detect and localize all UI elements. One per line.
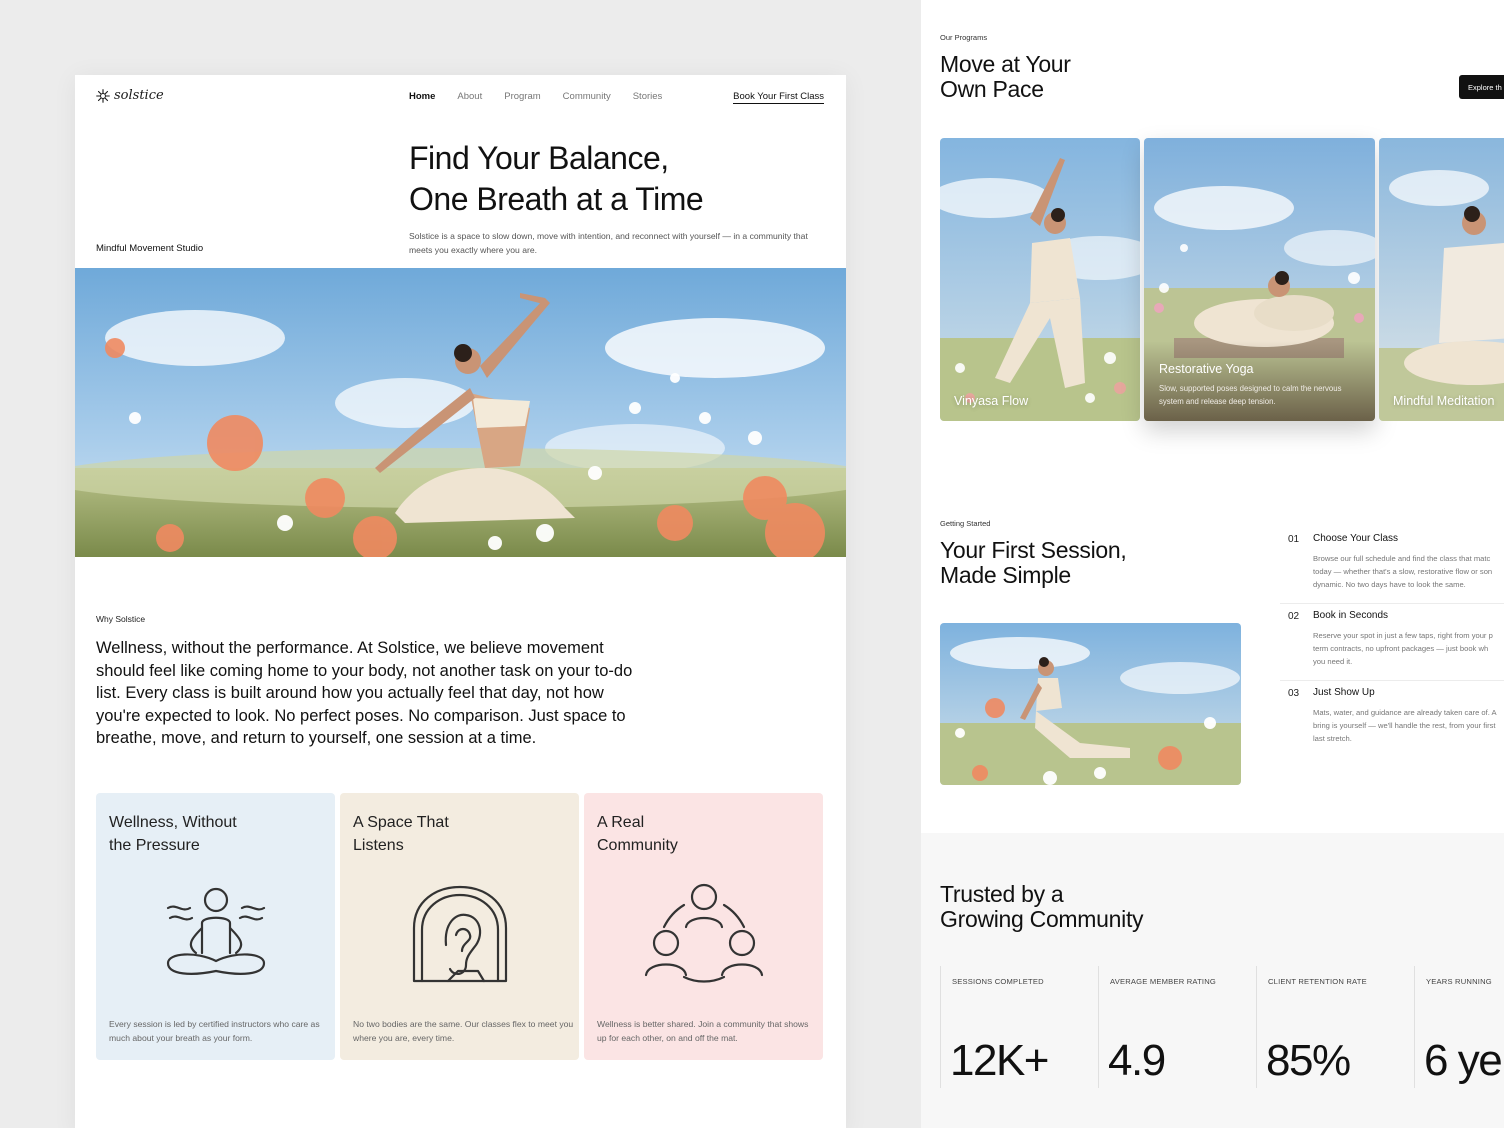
card-title: A Space That Listens xyxy=(353,811,553,857)
card-title: A Real Community xyxy=(597,811,797,857)
hero-title-line: Find Your Balance, xyxy=(409,140,669,176)
step-title: Book in Seconds xyxy=(1313,610,1389,621)
getting-started-title-line: Your First Session, xyxy=(940,537,1127,563)
stat-label: YEARS RUNNING xyxy=(1426,977,1492,986)
explore-programs-button[interactable]: Explore th xyxy=(1459,75,1504,99)
programs-title: Move at Your Own Pace xyxy=(940,52,1071,102)
getting-started-title: Your First Session, Made Simple xyxy=(940,537,1127,588)
programs-title-line: Own Pace xyxy=(940,76,1044,102)
hero-title: Find Your Balance, One Breath at a Time xyxy=(409,138,704,220)
getting-started-eyebrow: Getting Started xyxy=(940,519,991,528)
why-label: Why Solstice xyxy=(96,614,146,624)
step-desc: Reserve your spot in just a few taps, ri… xyxy=(1313,631,1493,666)
sun-icon xyxy=(96,88,110,103)
trusted-title: Trusted by a Growing Community xyxy=(940,881,1144,932)
steps-list: 01 Choose Your Class Browse our full sch… xyxy=(1280,527,1504,757)
stat-item: AVERAGE MEMBER RATING 4.9 xyxy=(1098,966,1256,1088)
feature-card: A Space That Listens No two bodies are t… xyxy=(340,793,579,1060)
step-item: 01 Choose Your Class Browse our full sch… xyxy=(1280,527,1504,604)
card-title: Wellness, Without the Pressure xyxy=(109,811,309,857)
getting-started-title-line: Made Simple xyxy=(940,562,1071,588)
card-title-line: A Space That xyxy=(353,814,449,831)
card-title-line: the Pressure xyxy=(109,837,200,854)
meditation-icon xyxy=(166,887,265,975)
program-card-active[interactable]: Restorative Yoga Slow, supported poses d… xyxy=(1144,138,1375,421)
programs-eyebrow: Our Programs xyxy=(940,33,988,42)
stat-label: SESSIONS COMPLETED xyxy=(952,977,1044,986)
secondary-page: Our Programs Move at Your Own Pace Explo… xyxy=(921,0,1504,1128)
ear-icon xyxy=(412,885,507,983)
nav-home[interactable]: Home xyxy=(409,91,435,102)
community-icon xyxy=(644,883,763,983)
session-image xyxy=(940,623,1241,785)
card-title-line: Wellness, Without xyxy=(109,814,237,831)
stat-item: YEARS RUNNING 6 ye xyxy=(1414,966,1504,1088)
feature-cards: Wellness, Without the Pressure Every ses… xyxy=(96,793,823,1060)
stats-row: SESSIONS COMPLETED 12K+ AVERAGE MEMBER R… xyxy=(940,966,1504,1088)
card-desc: No two bodies are the same. Our classes … xyxy=(353,1019,574,1043)
step-item: 03 Just Show Up Mats, water, and guidanc… xyxy=(1280,681,1504,757)
brand-name: solstice xyxy=(114,88,164,103)
step-desc: Browse our full schedule and find the cl… xyxy=(1313,554,1493,589)
card-title-line: A Real xyxy=(597,814,645,831)
stat-value: 6 ye xyxy=(1424,1036,1503,1085)
program-name: Restorative Yoga xyxy=(1159,362,1254,376)
step-item: 02 Book in Seconds Reserve your spot in … xyxy=(1280,604,1504,681)
stat-label: AVERAGE MEMBER RATING xyxy=(1110,977,1217,986)
trusted-title-line: Growing Community xyxy=(940,906,1144,932)
trusted-title-line: Trusted by a xyxy=(940,881,1064,907)
stat-value: 4.9 xyxy=(1108,1036,1166,1085)
card-desc: Every session is led by certified instru… xyxy=(109,1019,320,1043)
card-title-line: Community xyxy=(597,837,678,854)
program-name: Vinyasa Flow xyxy=(954,394,1029,408)
landing-page: solstice Home About Program Community St… xyxy=(75,75,846,1128)
step-title: Just Show Up xyxy=(1313,687,1375,698)
why-text: Wellness, without the performance. At So… xyxy=(96,639,633,748)
feature-card: A Real Community Wellness is better shar… xyxy=(584,793,823,1060)
step-number: 01 xyxy=(1288,534,1300,545)
step-number: 02 xyxy=(1288,611,1300,622)
nav-about[interactable]: About xyxy=(457,91,482,102)
card-desc: Wellness is better shared. Join a commun… xyxy=(597,1019,809,1043)
nav-links: Home About Program Community Stories xyxy=(409,91,662,102)
stat-value: 12K+ xyxy=(950,1036,1049,1085)
logo[interactable]: solstice xyxy=(96,88,164,103)
step-desc: Mats, water, and guidance are already ta… xyxy=(1313,708,1497,743)
nav-stories[interactable]: Stories xyxy=(633,91,663,102)
program-name: Mindful Meditation xyxy=(1393,394,1495,408)
step-number: 03 xyxy=(1288,688,1300,699)
program-card[interactable]: Vinyasa Flow xyxy=(940,138,1140,421)
hero-title-line: One Breath at a Time xyxy=(409,181,704,217)
stat-value: 85% xyxy=(1266,1036,1351,1085)
book-first-class-link[interactable]: Book Your First Class xyxy=(733,91,824,104)
feature-card: Wellness, Without the Pressure Every ses… xyxy=(96,793,335,1060)
nav-community[interactable]: Community xyxy=(563,91,611,102)
stat-item: CLIENT RETENTION RATE 85% xyxy=(1256,966,1414,1088)
nav-program[interactable]: Program xyxy=(504,91,540,102)
stat-label: CLIENT RETENTION RATE xyxy=(1268,977,1367,986)
program-desc: Slow, supported poses designed to calm t… xyxy=(1159,384,1342,406)
stat-item: SESSIONS COMPLETED 12K+ xyxy=(940,966,1098,1088)
card-title-line: Listens xyxy=(353,837,404,854)
programs-title-line: Move at Your xyxy=(940,51,1071,77)
hero-image xyxy=(75,268,846,557)
program-card[interactable]: Mindful Meditation xyxy=(1379,138,1504,421)
top-nav: solstice Home About Program Community St… xyxy=(75,75,846,120)
studio-tag: Mindful Movement Studio xyxy=(96,243,204,254)
step-title: Choose Your Class xyxy=(1313,533,1399,544)
card-overlay xyxy=(1144,341,1375,421)
hero-subtitle: Solstice is a space to slow down, move w… xyxy=(409,231,808,255)
